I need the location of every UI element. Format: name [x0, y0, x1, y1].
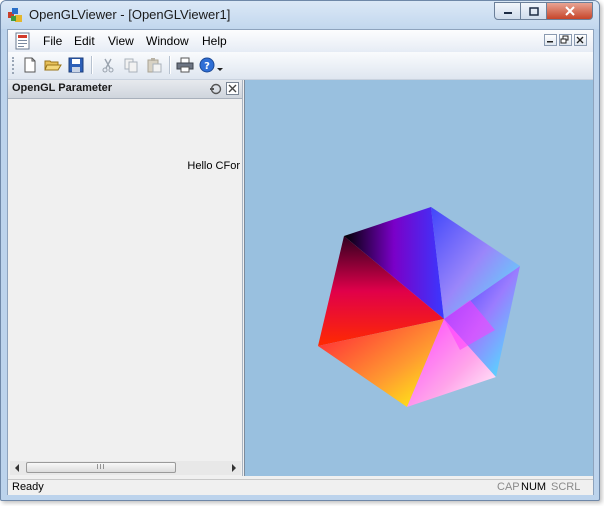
opengl-parameter-panel: OpenGL Parameter Hello CFor III — [8, 80, 243, 476]
client-area: File Edit View Window Help ? OpenGL Para… — [7, 29, 594, 495]
scroll-right-button[interactable] — [227, 461, 241, 475]
toolbar: ? — [8, 52, 593, 80]
panel-title: OpenGL Parameter — [12, 82, 113, 94]
save-button[interactable] — [66, 55, 86, 75]
app-icon — [8, 8, 22, 22]
copy-button[interactable] — [121, 55, 141, 75]
cut-icon — [102, 58, 114, 73]
print-icon — [176, 57, 194, 73]
num-indicator: NUM — [521, 481, 547, 493]
menu-help[interactable]: Help — [202, 34, 227, 48]
toolbar-separator — [91, 56, 93, 74]
opengl-viewport[interactable] — [244, 80, 593, 476]
maximize-icon — [528, 6, 539, 16]
rgb-cube — [318, 207, 520, 407]
menu-view[interactable]: View — [108, 34, 134, 48]
paste-icon — [147, 58, 162, 73]
window-title: OpenGLViewer - [OpenGLViewer1] — [29, 7, 231, 22]
new-icon — [24, 57, 36, 73]
mdi-buttons — [544, 34, 587, 46]
menu-file[interactable]: File — [43, 34, 62, 48]
close-icon — [576, 36, 584, 44]
close-button[interactable] — [547, 2, 593, 20]
menu-edit[interactable]: Edit — [74, 34, 95, 48]
scroll-left-button[interactable] — [10, 461, 24, 475]
panel-content-text: Hello CFor — [187, 160, 240, 172]
pin-icon[interactable] — [209, 82, 222, 95]
paste-button[interactable] — [144, 55, 164, 75]
document-icon[interactable] — [14, 32, 32, 50]
minimize-button[interactable] — [494, 2, 521, 20]
close-icon — [564, 6, 575, 16]
title-bar[interactable]: OpenGLViewer - [OpenGLViewer1] — [1, 1, 599, 29]
toolbar-grip[interactable] — [12, 57, 17, 74]
restore-icon — [560, 35, 569, 44]
menu-window[interactable]: Window — [146, 34, 189, 48]
mdi-close-button[interactable] — [574, 34, 587, 46]
opengl-canvas — [318, 207, 520, 407]
svg-text:?: ? — [204, 61, 210, 72]
copy-icon — [124, 58, 138, 73]
horizontal-scrollbar[interactable]: III — [10, 461, 241, 475]
dropdown-arrow-icon — [217, 68, 223, 71]
maximize-button[interactable] — [521, 2, 547, 20]
caption-buttons — [494, 2, 593, 20]
help-icon: ? — [199, 57, 215, 73]
mdi-minimize-button[interactable] — [544, 34, 557, 46]
menu-bar: File Edit View Window Help — [8, 30, 593, 53]
minimize-icon — [547, 41, 553, 43]
toolbar-separator — [169, 56, 171, 74]
close-icon — [228, 84, 237, 93]
mdi-restore-button[interactable] — [559, 34, 572, 46]
status-text: Ready — [12, 481, 44, 493]
open-button[interactable] — [43, 55, 63, 75]
panel-close-button[interactable] — [226, 82, 239, 95]
scroll-thumb[interactable]: III — [26, 462, 176, 473]
open-icon — [44, 60, 62, 71]
print-button[interactable] — [175, 55, 195, 75]
save-icon — [68, 57, 84, 73]
panel-header[interactable]: OpenGL Parameter — [8, 80, 242, 99]
app-window: OpenGLViewer - [OpenGLViewer1] File Edit… — [0, 0, 600, 501]
status-bar: Ready CAP NUM SCRL — [8, 479, 593, 495]
cut-button[interactable] — [98, 55, 118, 75]
arrow-left-icon — [15, 464, 19, 472]
new-button[interactable] — [20, 55, 40, 75]
arrow-right-icon — [232, 464, 236, 472]
minimize-icon — [503, 12, 512, 14]
cap-indicator: CAP — [497, 481, 520, 493]
toolbar-dropdown[interactable] — [214, 55, 226, 75]
scrl-indicator: SCRL — [551, 481, 581, 493]
